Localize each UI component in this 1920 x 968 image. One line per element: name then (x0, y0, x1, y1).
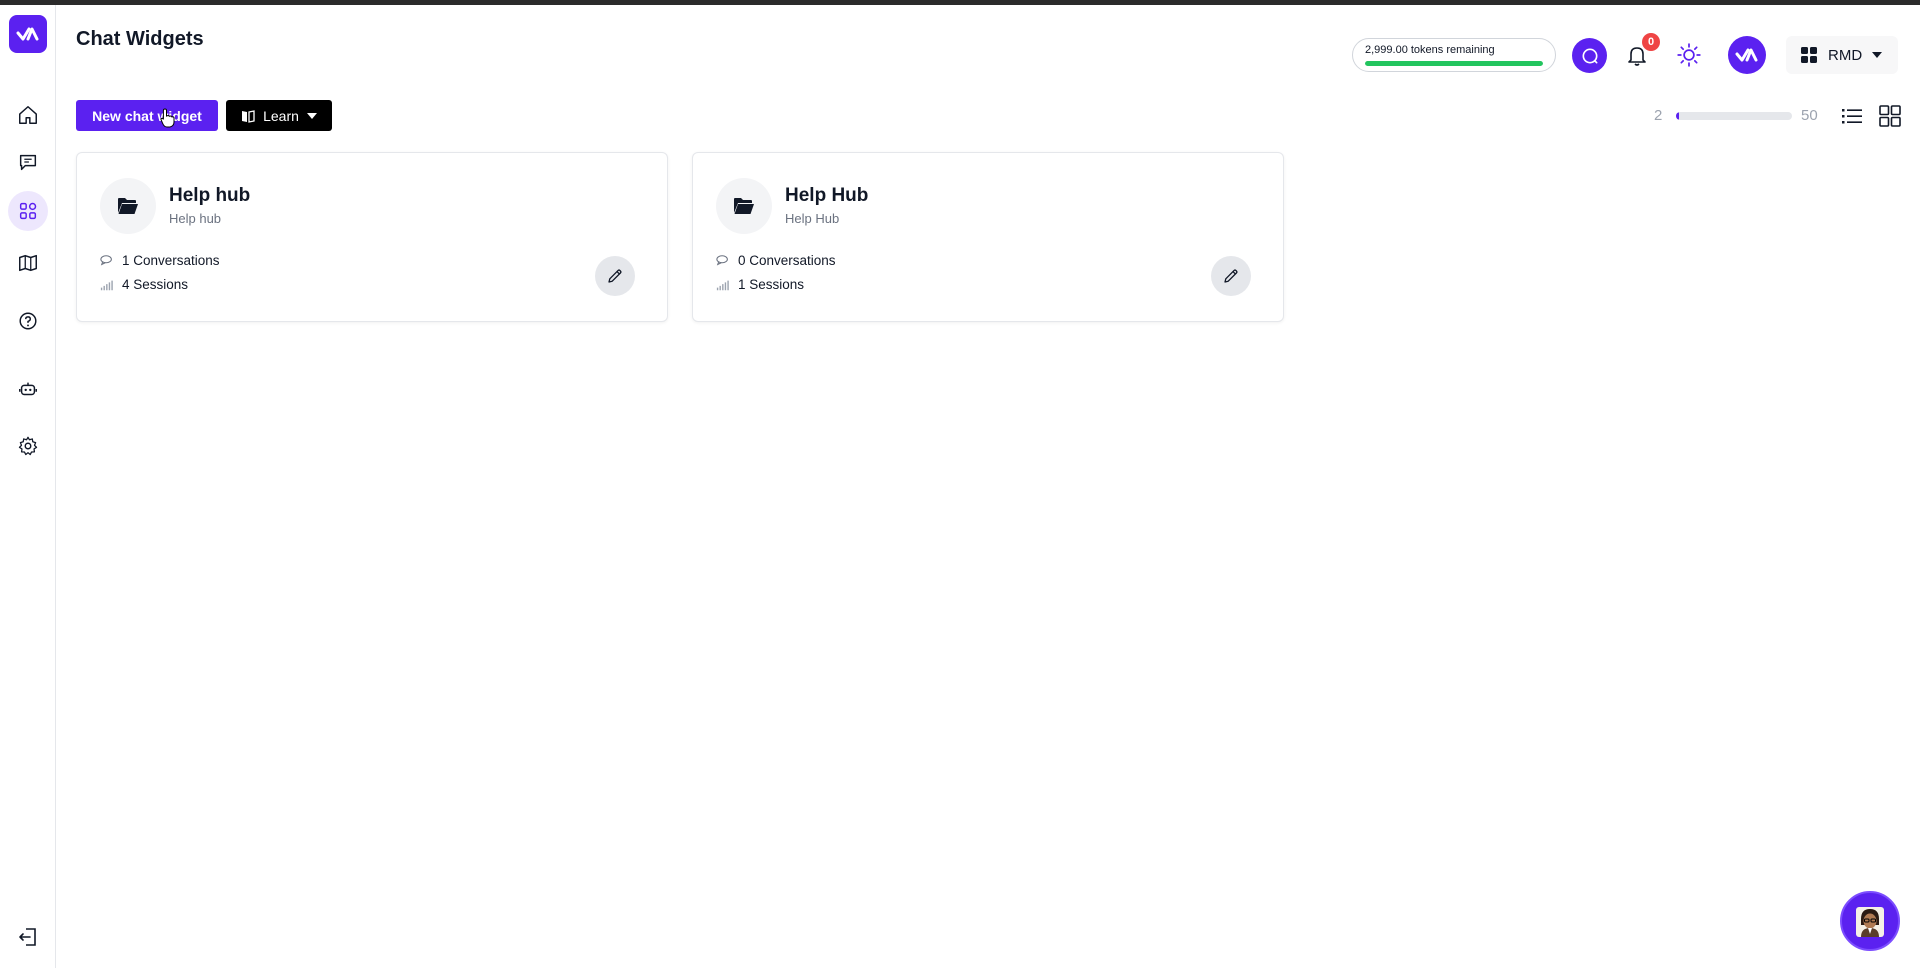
learn-dropdown-button[interactable]: Learn (226, 100, 332, 131)
home-icon (19, 106, 37, 124)
widget-title: Help Hub (785, 185, 869, 206)
book-open-icon (242, 109, 255, 123)
chat-icon (19, 154, 37, 171)
tokens-progress-fill (1365, 61, 1543, 66)
sessions-stat: 4 Sessions (100, 277, 188, 292)
widget-count-fill (1676, 112, 1680, 120)
widget-subtitle: Help hub (169, 211, 222, 226)
theme-toggle[interactable] (1672, 38, 1706, 72)
conversations-icon (100, 254, 112, 266)
widget-title: Help hub (169, 185, 251, 206)
folder-open-icon (118, 198, 138, 214)
list-view-button[interactable] (1840, 104, 1864, 128)
window-top-strip (0, 0, 1920, 5)
organization-label: RMD (1828, 46, 1863, 64)
pencil-icon (608, 269, 622, 283)
widget-card[interactable]: Help hub Help hub 1 Conversations 4 Sess… (76, 152, 668, 322)
sidebar (0, 5, 56, 968)
widget-count-bar (1676, 112, 1792, 120)
signal-bars-icon (716, 280, 729, 290)
avatar-logo-icon (1735, 48, 1758, 62)
search-button[interactable] (1572, 38, 1607, 73)
pencil-icon (1224, 269, 1238, 283)
sidebar-item-bots[interactable] (8, 369, 48, 409)
caret-down-icon (306, 112, 317, 119)
hand-cursor-icon (160, 108, 175, 128)
book-icon (19, 254, 37, 272)
sidebar-item-settings[interactable] (8, 426, 48, 466)
sessions-count: 4 Sessions (122, 277, 189, 292)
robot-icon (19, 382, 37, 396)
page-title: Chat Widgets (76, 28, 204, 50)
tokens-progress-bar (1365, 61, 1543, 66)
help-icon (19, 312, 37, 330)
folder-open-icon (734, 198, 754, 214)
notification-badge: 0 (1642, 33, 1660, 51)
learn-label: Learn (263, 107, 299, 124)
widget-count-min: 2 (1654, 107, 1663, 124)
edit-widget-button[interactable] (595, 256, 635, 296)
gear-icon (18, 436, 38, 456)
conversations-count: 1 Conversations (122, 253, 220, 268)
conversations-stat: 1 Conversations (100, 253, 220, 268)
widget-folder-icon-wrap (100, 178, 156, 234)
list-icon (1842, 109, 1862, 124)
grid-view-icon (1879, 105, 1901, 127)
conversations-stat: 0 Conversations (716, 253, 836, 268)
app-logo[interactable] (9, 15, 47, 53)
sidebar-item-home[interactable] (8, 95, 48, 135)
widget-count-max: 50 (1801, 107, 1818, 124)
sun-icon (1677, 43, 1701, 67)
sidebar-item-knowledge[interactable] (8, 243, 48, 283)
sessions-count: 1 Sessions (738, 277, 805, 292)
grid-icon (1801, 47, 1817, 63)
edit-widget-button[interactable] (1211, 256, 1251, 296)
assistant-avatar-icon (1856, 907, 1884, 937)
widget-subtitle: Help Hub (785, 211, 840, 226)
logout-button[interactable] (10, 919, 46, 955)
sessions-stat: 1 Sessions (716, 277, 804, 292)
new-chat-widget-button[interactable]: New chat widget (76, 100, 218, 131)
signal-bars-icon (100, 280, 113, 290)
widgets-icon (19, 202, 37, 220)
sidebar-item-conversations[interactable] (8, 142, 48, 182)
conversations-icon (716, 254, 728, 266)
tokens-remaining-indicator: 2,999.00 tokens remaining (1352, 38, 1556, 72)
search-icon (1582, 48, 1597, 64)
tokens-remaining-label: 2,999.00 tokens remaining (1365, 44, 1495, 56)
caret-down-icon (1872, 52, 1883, 58)
grid-view-button[interactable] (1878, 104, 1902, 128)
sidebar-item-help[interactable] (8, 301, 48, 341)
logo-icon (16, 27, 39, 41)
sidebar-item-widgets[interactable] (8, 191, 48, 231)
user-avatar[interactable] (1728, 36, 1766, 74)
widget-folder-icon-wrap (716, 178, 772, 234)
conversations-count: 0 Conversations (738, 253, 836, 268)
organization-switcher[interactable]: RMD (1786, 36, 1898, 74)
chat-launcher-button[interactable] (1840, 891, 1900, 951)
logout-icon (19, 928, 36, 946)
widget-card[interactable]: Help Hub Help Hub 0 Conversations 1 Sess… (692, 152, 1284, 322)
